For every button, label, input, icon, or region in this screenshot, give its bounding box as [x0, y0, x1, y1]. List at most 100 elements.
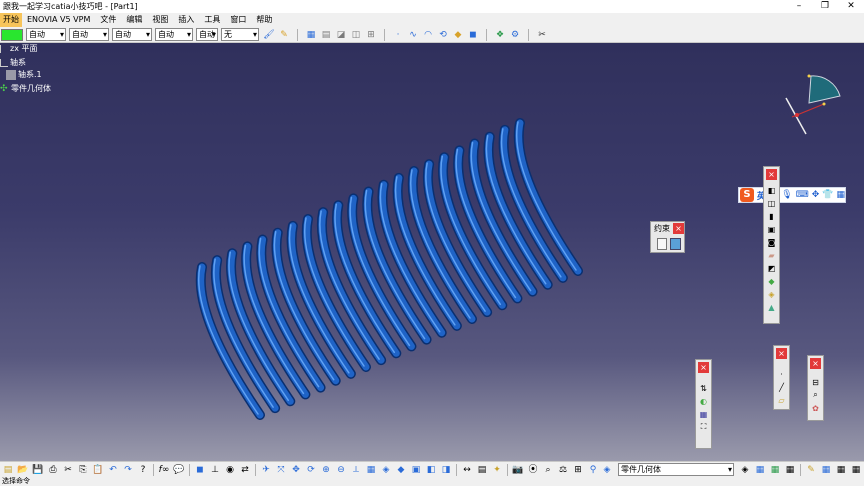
- paint-icon[interactable]: ✎: [804, 463, 818, 477]
- slot-icon[interactable]: ◩: [766, 262, 777, 274]
- menu-help[interactable]: 帮助: [251, 13, 277, 27]
- analysis-toolbar-close[interactable]: ×: [810, 358, 821, 369]
- tree-node-zx-plane[interactable]: zx 平面: [0, 43, 37, 54]
- group-icon[interactable]: ▦: [768, 463, 782, 477]
- pad-icon[interactable]: ◧: [766, 184, 777, 196]
- sogou-logo[interactable]: S: [740, 188, 754, 202]
- menu-window[interactable]: 窗口: [225, 13, 251, 27]
- pan-icon[interactable]: ✥: [289, 463, 303, 477]
- print-icon[interactable]: ⎙: [46, 463, 60, 477]
- paste-icon[interactable]: 📋: [91, 463, 105, 477]
- minimize-button[interactable]: –: [786, 0, 812, 13]
- swap-icon[interactable]: ⇄: [238, 463, 252, 477]
- comment-icon[interactable]: 💬: [172, 463, 186, 477]
- zoom-out-icon[interactable]: ⊖: [334, 463, 348, 477]
- transform-toolbar-close[interactable]: ×: [698, 362, 709, 373]
- save-icon[interactable]: 💾: [31, 463, 45, 477]
- body-icon[interactable]: ◼: [466, 28, 480, 42]
- line-icon[interactable]: ╱: [776, 381, 787, 393]
- color-swatch[interactable]: [1, 28, 23, 41]
- point-icon[interactable]: ·: [776, 368, 787, 380]
- shaft-icon[interactable]: ▮: [766, 210, 777, 222]
- normal-view-icon[interactable]: ⟂: [349, 463, 363, 477]
- fit-all-icon[interactable]: ⤧: [274, 463, 288, 477]
- layer-combo-auto[interactable]: 自动: [196, 28, 218, 41]
- constraint-analysis-icon[interactable]: ⊞: [571, 463, 585, 477]
- fly-icon[interactable]: ✈: [259, 463, 273, 477]
- iso-view-icon[interactable]: ◈: [379, 463, 393, 477]
- remove-loft-icon[interactable]: ▲: [766, 301, 777, 313]
- swap-visible-icon[interactable]: ◨: [439, 463, 453, 477]
- point-type-combo[interactable]: 自动: [155, 28, 193, 41]
- inertia-icon[interactable]: ⌕: [810, 389, 821, 401]
- keyboard-icon[interactable]: ⌨: [796, 190, 809, 200]
- shading-icon[interactable]: ◆: [394, 463, 408, 477]
- workbench-icon[interactable]: ▦: [753, 463, 767, 477]
- scale-icon[interactable]: ⛶: [698, 421, 709, 433]
- maximize-button[interactable]: ❐: [812, 0, 838, 13]
- sketch-icon[interactable]: ▦: [304, 28, 318, 42]
- hide-show-icon[interactable]: ◉: [223, 463, 237, 477]
- options-icon[interactable]: ▦: [849, 463, 863, 477]
- rib-icon[interactable]: ▰: [766, 249, 777, 261]
- tree-node-axis[interactable]: 轴系: [0, 57, 26, 68]
- translate-icon[interactable]: ⇅: [698, 382, 709, 394]
- surface-icon[interactable]: ◆: [451, 28, 465, 42]
- rotate-icon[interactable]: ⟳: [304, 463, 318, 477]
- constraint-icon[interactable]: ⟲: [436, 28, 450, 42]
- catalog-icon[interactable]: ▦: [819, 463, 833, 477]
- menu-file[interactable]: 文件: [95, 13, 121, 27]
- multi-view-icon[interactable]: ▦: [364, 463, 378, 477]
- stiffener-icon[interactable]: ◆: [766, 275, 777, 287]
- hole-icon[interactable]: ◙: [766, 236, 777, 248]
- sketch-analysis-icon[interactable]: ▦: [834, 463, 848, 477]
- redo-icon[interactable]: ↷: [121, 463, 135, 477]
- line-thickness-combo[interactable]: 自动: [69, 28, 109, 41]
- helical-spring[interactable]: [0, 43, 864, 461]
- loft-icon[interactable]: ◈: [766, 288, 777, 300]
- grid-icon[interactable]: ▤: [319, 28, 333, 42]
- camera-icon[interactable]: 📷: [511, 463, 525, 477]
- punctuation-icon[interactable]: ✥: [812, 190, 820, 200]
- menu-view[interactable]: 视图: [147, 13, 173, 27]
- microphone-icon[interactable]: 🎙: [781, 190, 792, 200]
- new-icon[interactable]: ▤: [1, 463, 15, 477]
- skin-icon[interactable]: 👕: [822, 190, 833, 200]
- tree-toggle-icon[interactable]: ◼: [193, 463, 207, 477]
- table-icon[interactable]: ▤: [475, 463, 489, 477]
- work-object-icon[interactable]: ◈: [600, 463, 614, 477]
- dimension-icon[interactable]: ↔: [460, 463, 474, 477]
- menu-start[interactable]: 开始: [0, 13, 22, 27]
- pattern-icon[interactable]: ▦: [698, 408, 709, 420]
- part-icon[interactable]: ❖: [493, 28, 507, 42]
- undo-icon[interactable]: ↶: [106, 463, 120, 477]
- spline-icon[interactable]: ∿: [406, 28, 420, 42]
- close-button[interactable]: ✕: [838, 0, 864, 13]
- 3d-viewport[interactable]: zx 平面 轴系 轴系.1 ✣ 零件几何体 约束 × S 英 ☺ 🎙 ⌨ ✥ 👕…: [0, 43, 864, 461]
- layer-combo[interactable]: 无: [221, 28, 259, 41]
- open-icon[interactable]: 📂: [16, 463, 30, 477]
- light-icon[interactable]: ✦: [490, 463, 504, 477]
- grid-icon[interactable]: ▦: [836, 190, 845, 200]
- formula-icon[interactable]: f∞: [157, 463, 171, 477]
- help-icon[interactable]: ?: [136, 463, 150, 477]
- cut-icon[interactable]: ✂: [61, 463, 75, 477]
- menu-enovia[interactable]: ENOVIA V5 VPM: [22, 13, 95, 27]
- plane-icon[interactable]: ◪: [334, 28, 348, 42]
- transparency-combo[interactable]: 自动: [26, 28, 66, 41]
- analysis-icon[interactable]: ✿: [810, 402, 821, 414]
- scale-icon[interactable]: ⚖: [556, 463, 570, 477]
- plane-icon[interactable]: ▱: [776, 394, 787, 406]
- constraint-icon[interactable]: [670, 238, 681, 250]
- menu-tools[interactable]: 工具: [199, 13, 225, 27]
- tree-node-part-body[interactable]: ✣ 零件几何体: [0, 83, 51, 94]
- menu-edit[interactable]: 编辑: [121, 13, 147, 27]
- line-type-combo[interactable]: 自动: [112, 28, 152, 41]
- sketch-tools-toolbar-close[interactable]: ×: [776, 348, 787, 359]
- publish-icon[interactable]: ▦: [783, 463, 797, 477]
- constraint-toolbar-close[interactable]: ×: [673, 223, 684, 234]
- format-painter-icon[interactable]: ✎: [277, 28, 291, 42]
- filter-icon[interactable]: ⚲: [586, 463, 600, 477]
- magnifier-icon[interactable]: ⌕: [541, 463, 555, 477]
- paintbrush-icon[interactable]: 🖌: [262, 28, 276, 42]
